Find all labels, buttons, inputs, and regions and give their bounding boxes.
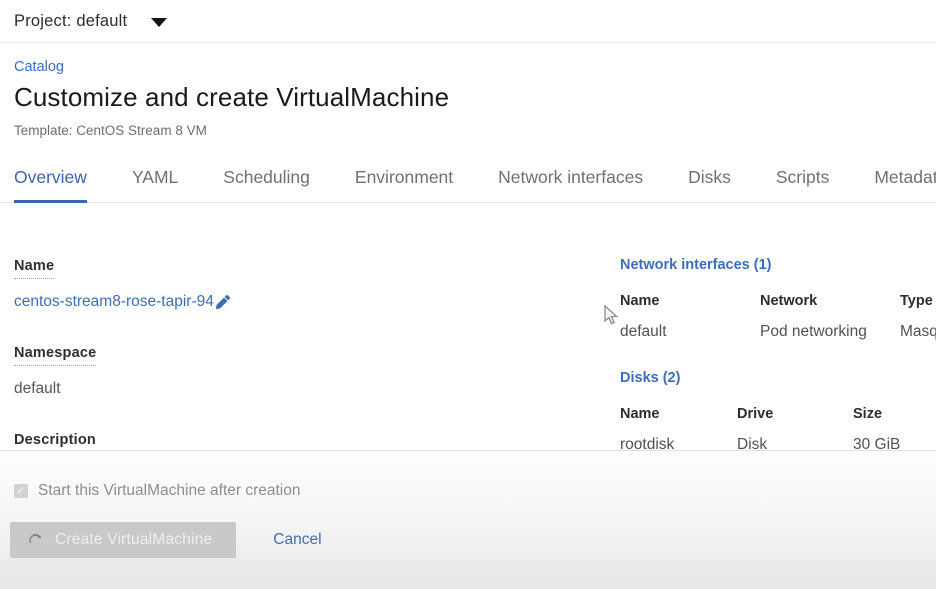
- net-network-cell: Pod networking: [760, 323, 900, 341]
- name-label[interactable]: Name: [14, 258, 54, 279]
- tab-scheduling[interactable]: Scheduling: [223, 165, 310, 203]
- page-header: Catalog Customize and create VirtualMach…: [0, 43, 936, 138]
- breadcrumb-catalog-link[interactable]: Catalog: [14, 59, 64, 75]
- project-dropdown-label: Project: default: [14, 12, 127, 31]
- chevron-down-icon: [151, 18, 167, 27]
- footer-actions: Create VirtualMachine Cancel: [0, 522, 936, 558]
- tab-yaml[interactable]: YAML: [132, 165, 178, 203]
- start-after-creation-label: Start this VirtualMachine after creation: [38, 482, 300, 500]
- create-virtualmachine-label: Create VirtualMachine: [55, 531, 212, 549]
- net-type-cell: Masquerade: [900, 323, 936, 341]
- page-title: Customize and create VirtualMachine: [14, 82, 922, 113]
- network-interfaces-link[interactable]: Network interfaces (1): [620, 257, 936, 273]
- tab-metadata[interactable]: Metadata: [874, 165, 936, 203]
- tab-scripts[interactable]: Scripts: [776, 165, 829, 203]
- tab-disks[interactable]: Disks: [688, 165, 731, 203]
- net-col-type: Type: [900, 293, 936, 309]
- namespace-value: default: [14, 380, 620, 398]
- create-virtualmachine-button[interactable]: Create VirtualMachine: [10, 522, 236, 558]
- start-after-creation-row: Start this VirtualMachine after creation: [0, 451, 936, 500]
- pencil-icon: [216, 295, 230, 309]
- network-interfaces-table: Name Network Type default Pod networking…: [620, 293, 936, 341]
- name-field: Name centos-stream8-rose-tapir-94: [14, 257, 620, 311]
- disks-table: Name Drive Size rootdisk Disk 30 GiB: [620, 406, 936, 454]
- tab-bar: Overview YAML Scheduling Environment Net…: [0, 165, 936, 203]
- overview-panel: Name centos-stream8-rose-tapir-94 Namesp…: [0, 203, 936, 486]
- tab-network-interfaces[interactable]: Network interfaces: [498, 165, 643, 203]
- wizard-footer: Start this VirtualMachine after creation…: [0, 450, 936, 589]
- disk-col-name: Name: [620, 406, 737, 422]
- namespace-label[interactable]: Namespace: [14, 345, 96, 366]
- spinner-icon: [27, 532, 43, 548]
- project-dropdown[interactable]: Project: default: [14, 12, 167, 31]
- net-col-name: Name: [620, 293, 760, 309]
- tab-overview[interactable]: Overview: [14, 165, 87, 203]
- vm-name-edit-link[interactable]: centos-stream8-rose-tapir-94: [14, 293, 230, 311]
- disk-col-drive: Drive: [737, 406, 853, 422]
- vm-name-value: centos-stream8-rose-tapir-94: [14, 293, 214, 311]
- tab-environment[interactable]: Environment: [355, 165, 453, 203]
- customize-vm-page: Project: default Catalog Customize and c…: [0, 0, 936, 589]
- namespace-field: Namespace default: [14, 344, 620, 398]
- disk-col-size: Size: [853, 406, 936, 422]
- net-name-cell: default: [620, 323, 760, 341]
- breadcrumb: Catalog: [14, 59, 922, 75]
- disks-link[interactable]: Disks (2): [620, 370, 936, 386]
- net-col-network: Network: [760, 293, 900, 309]
- template-subtitle: Template: CentOS Stream 8 VM: [14, 123, 922, 138]
- table-row: default Pod networking Masquerade: [620, 323, 936, 341]
- project-bar: Project: default: [0, 0, 936, 43]
- cancel-button[interactable]: Cancel: [273, 531, 321, 549]
- start-after-creation-checkbox[interactable]: [14, 484, 28, 498]
